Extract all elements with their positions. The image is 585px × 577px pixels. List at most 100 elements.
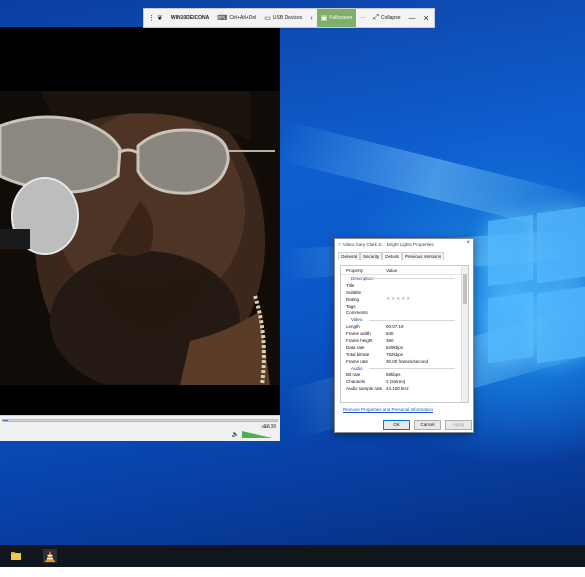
property-value: 782kbps (386, 351, 404, 357)
grip-icon: ⋮ (148, 15, 155, 22)
seek-bar[interactable] (2, 419, 278, 422)
windows-logo (480, 200, 585, 390)
property-name: Length (346, 324, 360, 330)
usb-devices-button[interactable]: ▭ USB Devices (260, 9, 306, 27)
property-value: 2 (stereo) (386, 379, 406, 385)
video-singer-image (0, 91, 275, 385)
property-row[interactable]: Bit rate 59kbps (341, 371, 461, 378)
minimize-icon: — (408, 14, 416, 22)
collapse-label: Collapse (381, 15, 401, 21)
property-name: Comments (346, 310, 368, 316)
dialog-titlebar[interactable]: □ Video Gary Clark Jr. - Bright Lights P… (335, 239, 473, 249)
vlc-player-window[interactable]: 07:38 🔈 100% (0, 27, 280, 441)
tab-general[interactable]: General (338, 252, 361, 260)
cancel-button[interactable]: Cancel (414, 420, 441, 430)
property-row[interactable]: Channels 2 (stereo) (341, 378, 461, 385)
pin-button[interactable]: ⋮ ❦ (144, 9, 167, 27)
minimize-button[interactable]: — (404, 9, 419, 27)
collapse-icon: ⤢ (373, 14, 380, 21)
property-value: ★★★★★ (386, 296, 411, 303)
pin-icon: ❦ (157, 15, 163, 22)
property-name: Rating (346, 296, 360, 302)
property-row[interactable]: Frame height 360 (341, 337, 461, 344)
property-value: 360 (386, 337, 394, 343)
remote-desktop-frame: 07:38 🔈 100% ⋮ ❦ WIN10DEICONA ⌨ Ctrl+Alt+D… (0, 0, 585, 567)
section-video: Video (341, 316, 461, 323)
dialog-tabs: General Security Details Previous Versio… (335, 252, 473, 260)
property-row[interactable]: Tags (341, 303, 461, 310)
remove-properties-link[interactable]: Remove Properties and Personal Informati… (343, 407, 433, 412)
property-name: Frame height (346, 337, 373, 343)
property-value: 629kbps (386, 344, 404, 350)
volume-label: 100% (261, 425, 270, 429)
video-frame[interactable] (0, 91, 280, 385)
ctrl-alt-del-label: Ctrl+Alt+Del (229, 15, 257, 21)
keyboard-icon: ⌨ (217, 15, 228, 22)
property-value: 59kbps (386, 372, 401, 378)
properties-dialog[interactable]: □ Video Gary Clark Jr. - Bright Lights P… (334, 238, 474, 433)
tab-previous-versions[interactable]: Previous Versions (402, 252, 445, 260)
property-name: Total bitrate (346, 351, 370, 357)
usb-icon: ▭ (264, 15, 271, 22)
property-name: Title (346, 282, 355, 288)
property-name: Channels (346, 379, 366, 385)
ctrl-alt-del-button[interactable]: ⌨ Ctrl+Alt+Del (213, 9, 260, 27)
property-row[interactable]: Frame rate 30.00 frames/second (341, 358, 461, 365)
property-row[interactable]: Title (341, 282, 461, 289)
property-name: Audio sample rate (346, 386, 383, 392)
section-description: Description (341, 275, 461, 282)
property-row[interactable]: Rating ★★★★★ (341, 296, 461, 303)
collapse-button[interactable]: ⤢ Collapse (369, 9, 404, 27)
property-value: 30.00 frames/second (386, 358, 429, 364)
property-value: 640 (386, 331, 394, 337)
host-name: WIN10DEICONA (170, 15, 210, 21)
close-icon[interactable]: × (466, 240, 470, 246)
vlc-icon[interactable] (43, 549, 57, 563)
dialog-title: Video Gary Clark Jr. - Bright Lights Pro… (342, 241, 434, 247)
taskbar (0, 545, 585, 567)
close-icon: × (423, 13, 429, 23)
property-value: 44.100 kHz (386, 386, 409, 392)
property-row[interactable]: Data rate 629kbps (341, 344, 461, 351)
property-row[interactable]: Total bitrate 782kbps (341, 351, 461, 358)
scrollbar-thumb[interactable] (463, 274, 467, 304)
fullscreen-icon: ▣ (320, 15, 328, 22)
apply-button[interactable]: Apply (445, 420, 472, 430)
fullscreen-button[interactable]: ▣ Fullscreen (316, 9, 357, 27)
property-value: 00:07:19 (386, 324, 404, 330)
tab-security[interactable]: Security (360, 252, 383, 260)
property-name: Bit rate (346, 372, 361, 378)
property-name: Tags (346, 303, 356, 309)
property-row[interactable]: Audio sample rate 44.100 kHz (341, 385, 461, 392)
usb-devices-label: USB Devices (272, 15, 303, 21)
file-icon: □ (338, 241, 341, 247)
dialog-buttons: OK Cancel Apply (383, 420, 472, 430)
property-name: Subtitle (346, 289, 362, 295)
details-header: Property Value (341, 266, 461, 275)
property-name: Data rate (346, 344, 365, 350)
property-name: Frame rate (346, 358, 369, 364)
property-row[interactable]: Frame width 640 (341, 330, 461, 337)
details-list[interactable]: Property Value Description Title Subtitle… (341, 266, 461, 402)
speaker-icon[interactable]: 🔈 (232, 431, 239, 438)
player-control-bar[interactable]: 07:38 🔈 100% (0, 415, 280, 441)
remote-toolbar: ⋮ ❦ WIN10DEICONA ⌨ Ctrl+Alt+Del ▭ USB Devic… (143, 8, 435, 28)
fullscreen-label: Fullscreen (329, 15, 353, 21)
volume-slider[interactable] (242, 431, 272, 438)
volume-control[interactable]: 🔈 100% (232, 425, 272, 438)
column-value[interactable]: Value (384, 268, 461, 273)
close-button[interactable]: × (419, 9, 432, 27)
more-button[interactable]: ··· (356, 9, 369, 27)
property-name: Frame width (346, 331, 371, 337)
tab-details[interactable]: Details (382, 252, 403, 260)
details-panel: Property Value Description Title Subtitle… (340, 265, 469, 403)
property-row[interactable]: Length 00:07:19 (341, 323, 461, 330)
details-scrollbar[interactable] (461, 266, 468, 402)
file-explorer-icon[interactable] (9, 549, 23, 563)
section-audio: Audio (341, 365, 461, 372)
ok-button[interactable]: OK (383, 420, 410, 430)
chevron-right-icon[interactable]: › (306, 9, 316, 27)
property-row[interactable]: Comments (341, 309, 461, 316)
property-row[interactable]: Subtitle (341, 289, 461, 296)
column-property[interactable]: Property (341, 268, 384, 273)
